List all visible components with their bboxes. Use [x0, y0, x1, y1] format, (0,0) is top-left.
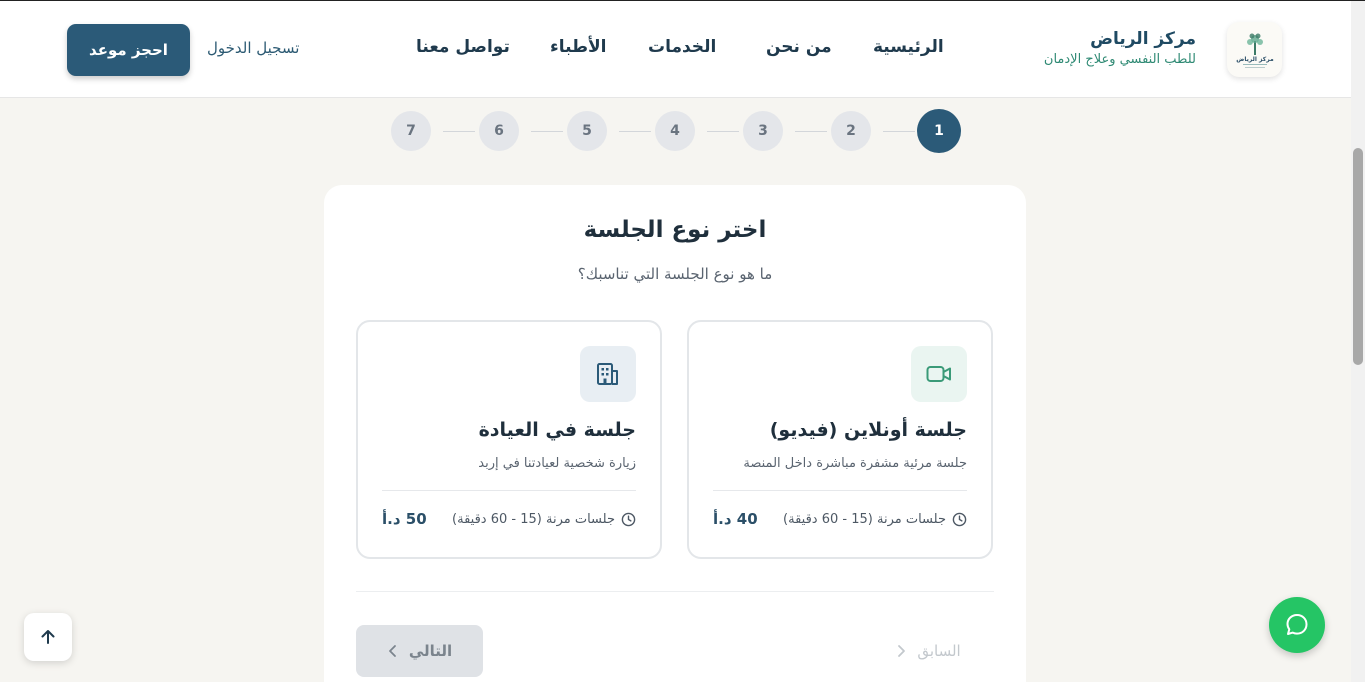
step-7[interactable]: 7 — [391, 111, 431, 151]
previous-label: السابق — [917, 642, 961, 660]
booking-stepper: 1 2 3 4 5 6 7 — [0, 109, 1351, 153]
chevron-left-icon — [388, 645, 396, 657]
chat-button[interactable] — [1269, 597, 1325, 653]
step-4[interactable]: 4 — [655, 111, 695, 151]
previous-button[interactable]: السابق — [854, 625, 1004, 677]
option-online-session[interactable]: جلسة أونلاين (فيديو) جلسة مرئية مشفرة مب… — [687, 320, 993, 559]
step-2[interactable]: 2 — [831, 111, 871, 151]
option-description: جلسة مرئية مشفرة مباشرة داخل المنصة — [743, 456, 967, 471]
option-title: جلسة في العيادة — [478, 419, 636, 441]
option-duration: جلسات مرنة (15 - 60 دقيقة) — [783, 512, 967, 527]
scroll-to-top-button[interactable] — [24, 613, 72, 661]
clock-icon — [621, 512, 636, 527]
card-title: اختر نوع الجلسة — [583, 217, 767, 243]
step-connector — [531, 131, 563, 132]
arrow-up-icon — [41, 630, 55, 644]
nav-item-services[interactable]: الخدمات — [648, 37, 716, 57]
nav-item-home[interactable]: الرئيسية — [873, 37, 944, 57]
card-subtitle: ما هو نوع الجلسة التي تناسبك؟ — [577, 265, 773, 283]
main-nav: الرئيسية من نحن الخدمات الأطباء تواصل مع… — [0, 37, 1351, 63]
option-description: زيارة شخصية لعيادتنا في إربد — [478, 456, 636, 471]
option-price: 40 د.أ — [713, 510, 758, 528]
building-icon — [580, 346, 636, 402]
page-scrollbar[interactable] — [1351, 1, 1365, 682]
chat-bubble-icon — [1286, 614, 1308, 635]
option-price: 50 د.أ — [382, 510, 427, 528]
next-label: التالي — [408, 642, 453, 660]
step-connector — [707, 131, 739, 132]
book-appointment-button[interactable]: احجز موعد — [67, 24, 190, 76]
step-3[interactable]: 3 — [743, 111, 783, 151]
next-button[interactable]: التالي — [356, 625, 483, 677]
page: مركز الرياض مركز الرياض للطب النفسي وعلا… — [0, 0, 1365, 682]
option-title: جلسة أونلاين (فيديو) — [769, 419, 967, 441]
card-divider — [356, 591, 994, 592]
duration-text: جلسات مرنة (15 - 60 دقيقة) — [452, 512, 615, 527]
step-6[interactable]: 6 — [479, 111, 519, 151]
step-5[interactable]: 5 — [567, 111, 607, 151]
video-camera-icon — [911, 346, 967, 402]
nav-item-doctors[interactable]: الأطباء — [550, 37, 607, 57]
option-divider — [382, 490, 636, 491]
clock-icon — [952, 512, 967, 527]
site-header: مركز الرياض مركز الرياض للطب النفسي وعلا… — [0, 1, 1351, 98]
scrollbar-thumb[interactable] — [1353, 148, 1363, 365]
step-connector — [795, 131, 827, 132]
step-connector — [443, 131, 475, 132]
step-connector — [883, 131, 915, 132]
login-link[interactable]: تسجيل الدخول — [207, 39, 299, 57]
option-duration: جلسات مرنة (15 - 60 دقيقة) — [452, 512, 636, 527]
session-type-card: اختر نوع الجلسة ما هو نوع الجلسة التي تن… — [324, 185, 1026, 682]
step-connector — [619, 131, 651, 132]
option-clinic-session[interactable]: جلسة في العيادة زيارة شخصية لعيادتنا في … — [356, 320, 662, 559]
chevron-right-icon — [898, 645, 906, 657]
step-1[interactable]: 1 — [917, 109, 961, 153]
nav-item-contact[interactable]: تواصل معنا — [416, 37, 510, 57]
duration-text: جلسات مرنة (15 - 60 دقيقة) — [783, 512, 946, 527]
option-divider — [713, 490, 967, 491]
nav-item-about[interactable]: من نحن — [766, 37, 832, 57]
